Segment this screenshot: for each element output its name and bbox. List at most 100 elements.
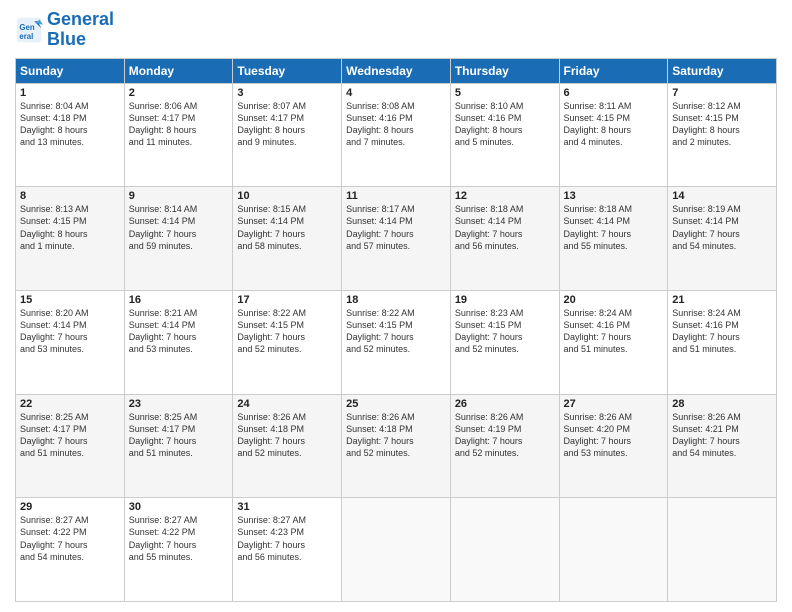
day-info: Sunrise: 8:27 AM Sunset: 4:22 PM Dayligh… (129, 514, 229, 563)
day-number: 15 (20, 294, 120, 306)
col-header-thursday: Thursday (450, 58, 559, 83)
day-number: 13 (564, 190, 664, 202)
day-info: Sunrise: 8:24 AM Sunset: 4:16 PM Dayligh… (672, 307, 772, 356)
day-number: 8 (20, 190, 120, 202)
week-row-2: 8Sunrise: 8:13 AM Sunset: 4:15 PM Daylig… (16, 187, 777, 291)
col-header-tuesday: Tuesday (233, 58, 342, 83)
cell-1-7: 7Sunrise: 8:12 AM Sunset: 4:15 PM Daylig… (668, 83, 777, 187)
day-info: Sunrise: 8:18 AM Sunset: 4:14 PM Dayligh… (564, 203, 664, 252)
day-number: 9 (129, 190, 229, 202)
cell-5-2: 30Sunrise: 8:27 AM Sunset: 4:22 PM Dayli… (124, 498, 233, 602)
day-info: Sunrise: 8:26 AM Sunset: 4:20 PM Dayligh… (564, 411, 664, 460)
day-number: 7 (672, 87, 772, 99)
cell-4-5: 26Sunrise: 8:26 AM Sunset: 4:19 PM Dayli… (450, 394, 559, 498)
day-info: Sunrise: 8:19 AM Sunset: 4:14 PM Dayligh… (672, 203, 772, 252)
day-number: 6 (564, 87, 664, 99)
cell-5-7 (668, 498, 777, 602)
day-number: 5 (455, 87, 555, 99)
week-row-5: 29Sunrise: 8:27 AM Sunset: 4:22 PM Dayli… (16, 498, 777, 602)
day-info: Sunrise: 8:27 AM Sunset: 4:23 PM Dayligh… (237, 514, 337, 563)
day-info: Sunrise: 8:24 AM Sunset: 4:16 PM Dayligh… (564, 307, 664, 356)
day-info: Sunrise: 8:25 AM Sunset: 4:17 PM Dayligh… (20, 411, 120, 460)
cell-4-1: 22Sunrise: 8:25 AM Sunset: 4:17 PM Dayli… (16, 394, 125, 498)
cell-3-1: 15Sunrise: 8:20 AM Sunset: 4:14 PM Dayli… (16, 290, 125, 394)
day-number: 18 (346, 294, 446, 306)
cell-1-3: 3Sunrise: 8:07 AM Sunset: 4:17 PM Daylig… (233, 83, 342, 187)
cell-2-5: 12Sunrise: 8:18 AM Sunset: 4:14 PM Dayli… (450, 187, 559, 291)
day-info: Sunrise: 8:10 AM Sunset: 4:16 PM Dayligh… (455, 100, 555, 149)
day-info: Sunrise: 8:18 AM Sunset: 4:14 PM Dayligh… (455, 203, 555, 252)
logo-text: General Blue (47, 10, 114, 50)
cell-2-1: 8Sunrise: 8:13 AM Sunset: 4:15 PM Daylig… (16, 187, 125, 291)
day-info: Sunrise: 8:21 AM Sunset: 4:14 PM Dayligh… (129, 307, 229, 356)
cell-5-4 (342, 498, 451, 602)
header: Gen eral General Blue (15, 10, 777, 50)
cell-1-5: 5Sunrise: 8:10 AM Sunset: 4:16 PM Daylig… (450, 83, 559, 187)
day-info: Sunrise: 8:27 AM Sunset: 4:22 PM Dayligh… (20, 514, 120, 563)
day-info: Sunrise: 8:07 AM Sunset: 4:17 PM Dayligh… (237, 100, 337, 149)
cell-5-5 (450, 498, 559, 602)
day-number: 27 (564, 398, 664, 410)
col-header-wednesday: Wednesday (342, 58, 451, 83)
day-number: 31 (237, 501, 337, 513)
cell-4-6: 27Sunrise: 8:26 AM Sunset: 4:20 PM Dayli… (559, 394, 668, 498)
day-number: 10 (237, 190, 337, 202)
cell-2-6: 13Sunrise: 8:18 AM Sunset: 4:14 PM Dayli… (559, 187, 668, 291)
cell-5-6 (559, 498, 668, 602)
day-number: 17 (237, 294, 337, 306)
day-number: 11 (346, 190, 446, 202)
cell-5-1: 29Sunrise: 8:27 AM Sunset: 4:22 PM Dayli… (16, 498, 125, 602)
day-info: Sunrise: 8:26 AM Sunset: 4:18 PM Dayligh… (237, 411, 337, 460)
cell-1-6: 6Sunrise: 8:11 AM Sunset: 4:15 PM Daylig… (559, 83, 668, 187)
cell-3-3: 17Sunrise: 8:22 AM Sunset: 4:15 PM Dayli… (233, 290, 342, 394)
day-info: Sunrise: 8:25 AM Sunset: 4:17 PM Dayligh… (129, 411, 229, 460)
cell-5-3: 31Sunrise: 8:27 AM Sunset: 4:23 PM Dayli… (233, 498, 342, 602)
day-info: Sunrise: 8:12 AM Sunset: 4:15 PM Dayligh… (672, 100, 772, 149)
day-info: Sunrise: 8:15 AM Sunset: 4:14 PM Dayligh… (237, 203, 337, 252)
day-number: 29 (20, 501, 120, 513)
day-info: Sunrise: 8:04 AM Sunset: 4:18 PM Dayligh… (20, 100, 120, 149)
day-info: Sunrise: 8:23 AM Sunset: 4:15 PM Dayligh… (455, 307, 555, 356)
cell-4-4: 25Sunrise: 8:26 AM Sunset: 4:18 PM Dayli… (342, 394, 451, 498)
cell-3-4: 18Sunrise: 8:22 AM Sunset: 4:15 PM Dayli… (342, 290, 451, 394)
svg-text:Gen: Gen (19, 23, 34, 32)
cell-1-2: 2Sunrise: 8:06 AM Sunset: 4:17 PM Daylig… (124, 83, 233, 187)
cell-4-2: 23Sunrise: 8:25 AM Sunset: 4:17 PM Dayli… (124, 394, 233, 498)
cell-2-3: 10Sunrise: 8:15 AM Sunset: 4:14 PM Dayli… (233, 187, 342, 291)
day-info: Sunrise: 8:08 AM Sunset: 4:16 PM Dayligh… (346, 100, 446, 149)
day-info: Sunrise: 8:26 AM Sunset: 4:21 PM Dayligh… (672, 411, 772, 460)
cell-3-5: 19Sunrise: 8:23 AM Sunset: 4:15 PM Dayli… (450, 290, 559, 394)
cell-1-4: 4Sunrise: 8:08 AM Sunset: 4:16 PM Daylig… (342, 83, 451, 187)
day-info: Sunrise: 8:17 AM Sunset: 4:14 PM Dayligh… (346, 203, 446, 252)
day-info: Sunrise: 8:26 AM Sunset: 4:19 PM Dayligh… (455, 411, 555, 460)
day-number: 19 (455, 294, 555, 306)
day-number: 30 (129, 501, 229, 513)
day-number: 2 (129, 87, 229, 99)
cell-3-7: 21Sunrise: 8:24 AM Sunset: 4:16 PM Dayli… (668, 290, 777, 394)
day-number: 26 (455, 398, 555, 410)
day-number: 24 (237, 398, 337, 410)
day-number: 21 (672, 294, 772, 306)
col-header-monday: Monday (124, 58, 233, 83)
day-number: 1 (20, 87, 120, 99)
day-info: Sunrise: 8:26 AM Sunset: 4:18 PM Dayligh… (346, 411, 446, 460)
day-info: Sunrise: 8:06 AM Sunset: 4:17 PM Dayligh… (129, 100, 229, 149)
day-number: 4 (346, 87, 446, 99)
col-header-sunday: Sunday (16, 58, 125, 83)
week-row-1: 1Sunrise: 8:04 AM Sunset: 4:18 PM Daylig… (16, 83, 777, 187)
week-row-3: 15Sunrise: 8:20 AM Sunset: 4:14 PM Dayli… (16, 290, 777, 394)
day-info: Sunrise: 8:11 AM Sunset: 4:15 PM Dayligh… (564, 100, 664, 149)
cell-1-1: 1Sunrise: 8:04 AM Sunset: 4:18 PM Daylig… (16, 83, 125, 187)
header-row: SundayMondayTuesdayWednesdayThursdayFrid… (16, 58, 777, 83)
week-row-4: 22Sunrise: 8:25 AM Sunset: 4:17 PM Dayli… (16, 394, 777, 498)
day-number: 25 (346, 398, 446, 410)
day-number: 22 (20, 398, 120, 410)
cell-2-4: 11Sunrise: 8:17 AM Sunset: 4:14 PM Dayli… (342, 187, 451, 291)
day-number: 23 (129, 398, 229, 410)
day-number: 14 (672, 190, 772, 202)
col-header-saturday: Saturday (668, 58, 777, 83)
day-info: Sunrise: 8:13 AM Sunset: 4:15 PM Dayligh… (20, 203, 120, 252)
page: Gen eral General Blue SundayMondayTuesda… (0, 0, 792, 612)
cell-3-2: 16Sunrise: 8:21 AM Sunset: 4:14 PM Dayli… (124, 290, 233, 394)
day-number: 16 (129, 294, 229, 306)
